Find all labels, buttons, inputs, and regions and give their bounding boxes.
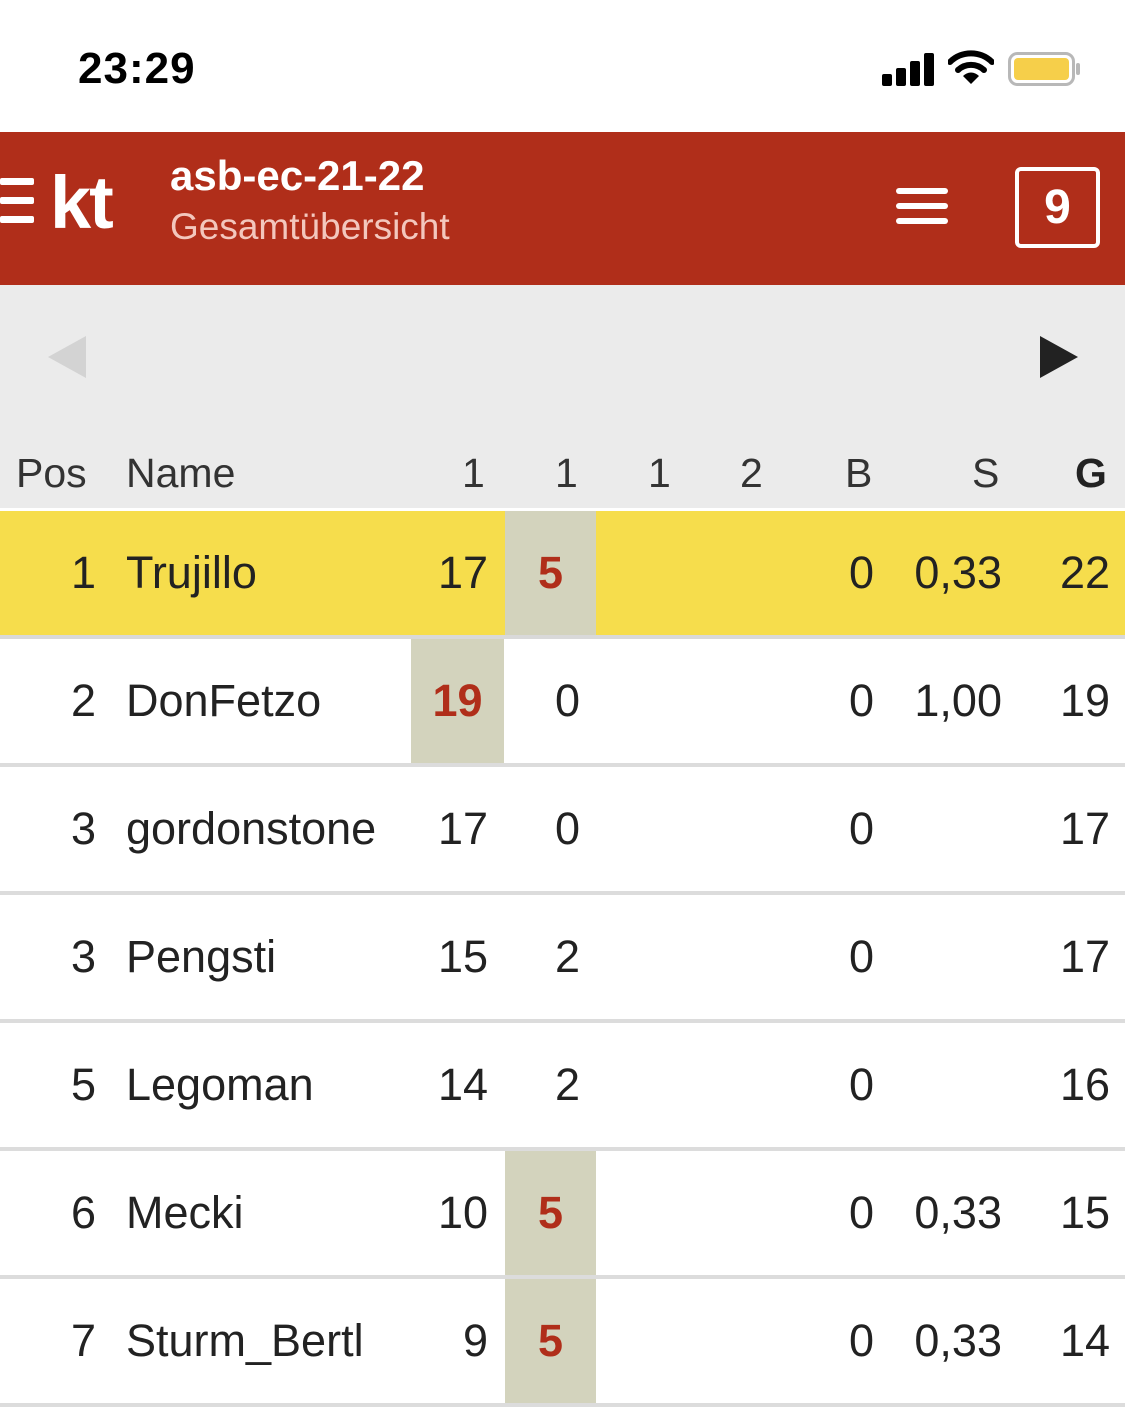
status-bar: 23:29 bbox=[0, 0, 1125, 132]
triangle-left-icon[interactable] bbox=[48, 336, 86, 378]
table-row[interactable]: 3 Pengsti 15 2 0 17 bbox=[0, 895, 1125, 1023]
row-position: 7 bbox=[70, 1315, 96, 1366]
row-player-name[interactable]: Legoman bbox=[126, 1023, 406, 1147]
battery-icon bbox=[1008, 52, 1080, 86]
table-row[interactable]: 7 Sturm_Bertl 9 5 0 0,33 14 bbox=[0, 1279, 1125, 1407]
column-header-name[interactable]: Name bbox=[126, 450, 235, 497]
row-score-s: 0,33 bbox=[914, 547, 1002, 598]
row-score-g: 19 bbox=[1059, 675, 1110, 726]
row-score-b: 0 bbox=[848, 1187, 874, 1238]
row-score-1a: 9 bbox=[462, 1315, 488, 1366]
row-score-b: 0 bbox=[848, 1059, 874, 1110]
row-position: 5 bbox=[70, 1059, 96, 1110]
row-score-1b-best: 5 bbox=[505, 511, 596, 635]
row-score-1b-best: 5 bbox=[505, 1151, 596, 1275]
column-header-pos[interactable]: Pos bbox=[16, 450, 87, 497]
row-score-s bbox=[880, 767, 1002, 891]
row-player-name[interactable]: gordonstone bbox=[126, 767, 406, 891]
row-score-s: 0,33 bbox=[914, 1187, 1002, 1238]
row-score-g: 22 bbox=[1059, 547, 1110, 598]
row-score-b: 0 bbox=[848, 675, 874, 726]
row-player-name[interactable]: Sturm_Bertl bbox=[126, 1279, 406, 1403]
column-header-s[interactable]: S bbox=[972, 450, 999, 497]
row-player-name[interactable]: Trujillo bbox=[126, 511, 406, 635]
row-score-s: 1,00 bbox=[914, 675, 1002, 726]
row-score-1a-best: 19 bbox=[411, 639, 504, 763]
page-subtitle: Gesamtübersicht bbox=[170, 206, 450, 247]
table-row[interactable]: 1 Trujillo 17 5 0 0,33 22 bbox=[0, 511, 1125, 639]
row-score-g: 14 bbox=[1059, 1315, 1110, 1366]
row-score-1a: 17 bbox=[437, 547, 488, 598]
sidebar-menu-icon[interactable] bbox=[0, 174, 34, 228]
column-header-round-2[interactable]: 2 bbox=[740, 450, 763, 497]
table-row[interactable]: 3 gordonstone 17 0 0 17 bbox=[0, 767, 1125, 895]
column-header-b[interactable]: B bbox=[845, 450, 872, 497]
row-player-name[interactable]: Pengsti bbox=[126, 895, 406, 1019]
row-position: 1 bbox=[70, 547, 96, 598]
triangle-right-icon[interactable] bbox=[1040, 336, 1078, 378]
row-player-name[interactable]: DonFetzo bbox=[126, 639, 406, 763]
wifi-icon bbox=[948, 50, 994, 84]
row-score-1b: 2 bbox=[555, 1059, 581, 1110]
page-title: asb-ec-21-22 bbox=[170, 152, 425, 199]
column-header-round-1a[interactable]: 1 bbox=[462, 450, 485, 497]
row-score-g: 17 bbox=[1059, 803, 1110, 854]
row-position: 3 bbox=[70, 931, 96, 982]
row-score-g: 17 bbox=[1059, 931, 1110, 982]
column-header-round-1c[interactable]: 1 bbox=[648, 450, 671, 497]
row-score-1a: 15 bbox=[437, 931, 488, 982]
row-score-s: 0,33 bbox=[914, 1315, 1002, 1366]
menu-icon[interactable] bbox=[896, 186, 948, 226]
column-header-g[interactable]: G bbox=[1075, 450, 1107, 497]
row-score-1b-best: 5 bbox=[505, 1279, 596, 1403]
row-score-b: 0 bbox=[848, 931, 874, 982]
row-score-g: 16 bbox=[1059, 1059, 1110, 1110]
row-score-1a: 17 bbox=[437, 803, 488, 854]
table-row[interactable]: 5 Legoman 14 2 0 16 bbox=[0, 1023, 1125, 1151]
round-button[interactable]: 9 bbox=[1015, 167, 1100, 248]
row-position: 3 bbox=[70, 803, 96, 854]
row-score-1b: 0 bbox=[555, 803, 581, 854]
table-row[interactable]: 2 DonFetzo 19 0 0 1,00 19 bbox=[0, 639, 1125, 767]
row-score-s bbox=[880, 1023, 1002, 1147]
row-score-b: 0 bbox=[848, 803, 874, 854]
column-header-round-1b[interactable]: 1 bbox=[555, 450, 578, 497]
row-position: 2 bbox=[70, 675, 96, 726]
row-player-name[interactable]: Mecki bbox=[126, 1151, 406, 1275]
row-score-1a: 14 bbox=[437, 1059, 488, 1110]
row-score-s bbox=[880, 895, 1002, 1019]
row-score-1b: 0 bbox=[555, 675, 581, 726]
row-score-1a: 10 bbox=[437, 1187, 488, 1238]
status-time: 23:29 bbox=[78, 44, 196, 93]
app-logo[interactable]: kt bbox=[50, 160, 114, 245]
row-score-b: 0 bbox=[848, 1315, 874, 1366]
row-position: 6 bbox=[70, 1187, 96, 1238]
signal-icon bbox=[882, 52, 936, 86]
row-score-b: 0 bbox=[848, 547, 874, 598]
app-header bbox=[0, 132, 1125, 285]
row-score-g: 15 bbox=[1059, 1187, 1110, 1238]
row-score-1b: 2 bbox=[555, 931, 581, 982]
table-row[interactable]: 6 Mecki 10 5 0 0,33 15 bbox=[0, 1151, 1125, 1279]
